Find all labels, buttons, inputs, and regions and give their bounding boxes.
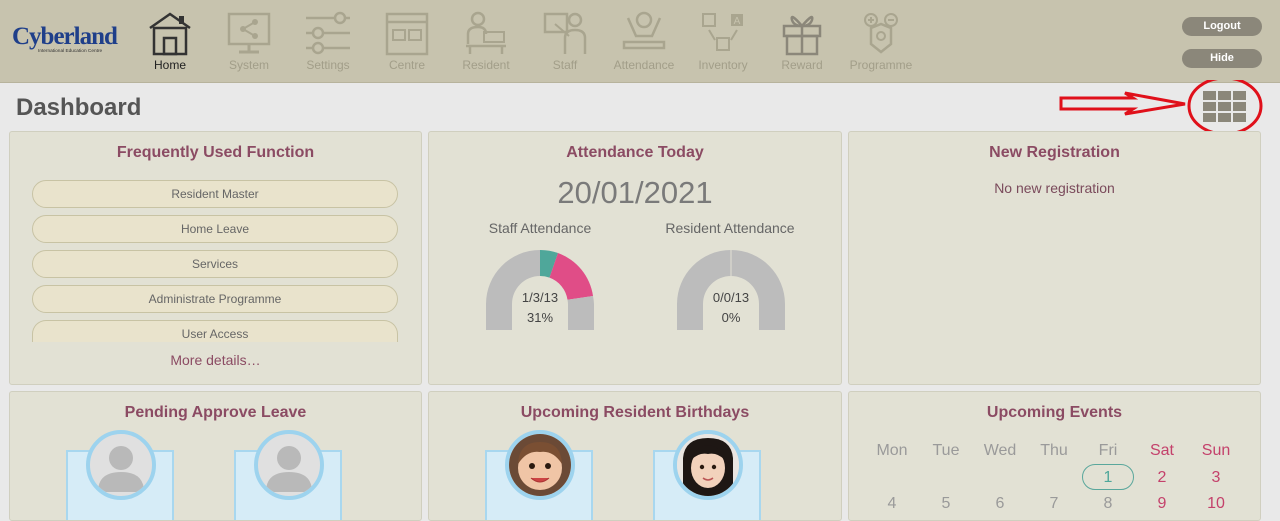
upcoming-events-card: Upcoming Events Mon Tue Wed Thu Fri Sat … xyxy=(848,391,1261,521)
calendar-day-mon: Mon xyxy=(876,442,908,459)
staff-board-icon xyxy=(543,12,587,54)
default-user-avatar-icon xyxy=(86,430,156,500)
nav-resident[interactable]: Resident xyxy=(446,10,526,74)
no-registration-text: No new registration xyxy=(994,180,1115,196)
top-navigation-bar: Cyberland International Education Centre… xyxy=(0,0,1280,83)
calendar-date[interactable]: 7 xyxy=(1034,495,1074,513)
resident-attendance-label: Resident Attendance xyxy=(665,220,795,236)
calendar-date[interactable]: 6 xyxy=(980,495,1020,513)
pending-leave-title: Pending Approve Leave xyxy=(124,404,307,421)
calendar-day-fri: Fri xyxy=(1098,442,1118,459)
cyberland-logo[interactable]: Cyberland International Education Centre xyxy=(12,24,124,64)
resident-attendance-counts: 0/0/13 xyxy=(712,290,750,305)
frequent-functions-title: Frequently Used Function xyxy=(116,144,315,161)
calendar-date[interactable]: 10 xyxy=(1196,495,1236,513)
calendar-date[interactable]: 4 xyxy=(872,495,912,513)
new-registration-title: New Registration xyxy=(989,144,1120,161)
share-monitor-icon xyxy=(227,12,271,54)
user-access-button[interactable]: User Access xyxy=(32,320,398,342)
staff-attendance-chart: 1/3/13 31% xyxy=(486,249,594,330)
calendar-day-sat: Sat xyxy=(1149,442,1174,459)
nav-inventory[interactable]: A Inventory xyxy=(683,10,763,74)
nav-settings[interactable]: Settings xyxy=(288,10,368,74)
inventory-flow-icon: A xyxy=(702,13,743,51)
attendance-person-icon xyxy=(622,11,666,50)
frequent-functions-card: Frequently Used Function Resident Master… xyxy=(9,131,422,385)
home-icon xyxy=(149,12,191,56)
pending-leave-card: Pending Approve Leave xyxy=(9,391,422,521)
resident-photo-avatar xyxy=(505,430,575,500)
calendar-day-tue: Tue xyxy=(932,442,960,459)
building-icon xyxy=(385,12,429,56)
calendar-date[interactable]: 1 xyxy=(1088,469,1128,487)
attendance-title: Attendance Today xyxy=(566,144,704,161)
logout-button[interactable]: Logout xyxy=(1182,17,1262,36)
calendar-date[interactable]: 8 xyxy=(1088,495,1128,513)
new-registration-card: New Registration No new registration xyxy=(848,131,1261,385)
calendar-day-thu: Thu xyxy=(1040,442,1068,459)
nav-home[interactable]: Home xyxy=(130,10,210,74)
resident-attendance-chart: 0/0/13 0% xyxy=(677,250,785,330)
resident-desk-icon xyxy=(466,11,506,54)
administrate-programme-button[interactable]: Administrate Programme xyxy=(32,285,398,313)
default-user-avatar-icon xyxy=(254,430,324,500)
svg-text:A: A xyxy=(734,16,741,27)
nav-attendance[interactable]: Attendance xyxy=(604,10,684,74)
calendar-date[interactable]: 9 xyxy=(1142,495,1182,513)
staff-attendance-percent: 31% xyxy=(526,310,554,325)
resident-master-button[interactable]: Resident Master xyxy=(32,180,398,208)
resident-attendance-percent: 0% xyxy=(721,310,741,325)
birthdays-title: Upcoming Resident Birthdays xyxy=(520,404,750,421)
attendance-date: 20/01/2021 xyxy=(557,175,713,210)
nav-system[interactable]: System xyxy=(209,10,289,74)
birthdays-card: Upcoming Resident Birthdays xyxy=(428,391,842,521)
staff-attendance-counts: 1/3/13 xyxy=(521,290,559,305)
attendance-card: Attendance Today 20/01/2021 Staff Attend… xyxy=(428,131,842,385)
nav-centre[interactable]: Centre xyxy=(367,10,447,74)
calendar-date[interactable]: 3 xyxy=(1196,469,1236,487)
nav-reward[interactable]: Reward xyxy=(762,10,842,74)
calendar-date[interactable]: 2 xyxy=(1142,469,1182,487)
programme-icon xyxy=(864,13,898,54)
calendar-date[interactable]: 5 xyxy=(926,495,966,513)
upcoming-events-title: Upcoming Events xyxy=(986,404,1123,421)
gift-icon xyxy=(782,15,822,56)
nav-programme[interactable]: Programme xyxy=(841,10,921,74)
staff-attendance-label: Staff Attendance xyxy=(488,220,592,236)
home-leave-button[interactable]: Home Leave xyxy=(32,215,398,243)
hide-button[interactable]: Hide xyxy=(1182,49,1262,68)
layout-grid-button[interactable] xyxy=(1203,91,1247,122)
more-details-link[interactable]: More details… xyxy=(10,352,421,368)
resident-photo-avatar xyxy=(673,430,743,500)
nav-staff[interactable]: Staff xyxy=(525,10,605,74)
calendar-day-wed: Wed xyxy=(983,442,1017,459)
calendar-day-sun: Sun xyxy=(1201,442,1231,459)
services-button[interactable]: Services xyxy=(32,250,398,278)
sliders-icon xyxy=(306,11,350,55)
page-title: Dashboard xyxy=(16,94,142,121)
